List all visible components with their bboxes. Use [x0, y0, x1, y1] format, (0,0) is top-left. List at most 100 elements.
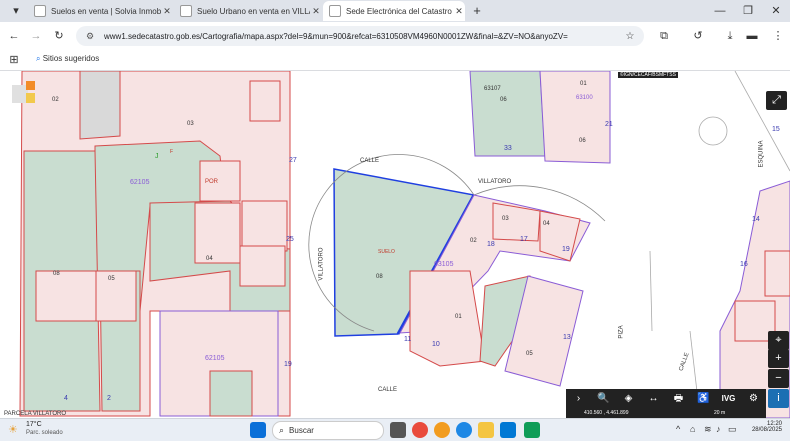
edge-icon[interactable]: [456, 422, 472, 438]
extensions-icon[interactable]: ⧉: [656, 28, 672, 44]
file-explorer-icon[interactable]: [478, 422, 494, 438]
close-tab-icon[interactable]: ✕: [453, 6, 465, 17]
edge-number: 11: [404, 336, 412, 343]
download-icon[interactable]: ⤓: [722, 28, 738, 44]
measure-button[interactable]: ↔: [641, 389, 666, 409]
new-tab-button[interactable]: +: [469, 3, 485, 19]
map-canvas[interactable]: [0, 71, 790, 418]
solvia-favicon-icon: [34, 5, 46, 17]
accessibility-button[interactable]: ♿: [691, 389, 716, 409]
tab-strip: Suelos en venta | Solvia Inmobiliaria ✕ …: [0, 0, 790, 22]
catastro-favicon-icon: [329, 5, 341, 17]
expand-tools-button[interactable]: ›: [566, 389, 591, 409]
street-label: CALLE: [378, 387, 398, 393]
tab-catastro[interactable]: Sede Electrónica del Catastro - Fin ✕: [323, 1, 465, 21]
minimize-button[interactable]: —: [712, 3, 728, 19]
map-status-bar: 410.560 , 4.461.899 20 m: [566, 409, 766, 418]
weather-desc: Parc. soleado: [26, 430, 63, 436]
reload-icon[interactable]: ↻: [51, 28, 67, 44]
wifi-icon[interactable]: ≋: [704, 424, 712, 435]
print-button[interactable]: 🖶: [666, 389, 691, 409]
tab-solvia[interactable]: Suelos en venta | Solvia Inmobiliaria ✕: [28, 1, 173, 21]
street-label: ESQUINA: [758, 140, 765, 168]
fullscreen-button[interactable]: ⤢: [766, 91, 787, 110]
weather-icon[interactable]: ☀: [8, 423, 18, 436]
menu-icon[interactable]: ⋮: [770, 28, 786, 44]
outlook-icon[interactable]: [500, 422, 516, 438]
chrome-icon[interactable]: [412, 422, 428, 438]
site-info-icon[interactable]: ⚙: [82, 31, 98, 42]
back-icon[interactable]: ←: [6, 28, 22, 44]
street-label: PIZA: [618, 325, 625, 339]
suggested-sites-link[interactable]: ⌕ Sitios sugeridos: [36, 54, 99, 64]
parcel-label: 06: [500, 97, 507, 103]
parcel-label: 01: [455, 314, 462, 320]
block-label: 62105: [130, 179, 150, 186]
parcel-label: 04: [206, 256, 213, 262]
parcel-label: 06: [579, 138, 586, 144]
firefox-icon[interactable]: [434, 422, 450, 438]
edge-number: 15: [772, 126, 780, 133]
tab-label: Suelo Urbano en venta en VILLATORO: [197, 6, 310, 16]
settings-button[interactable]: ⚙: [741, 389, 766, 409]
close-tab-icon[interactable]: ✕: [161, 6, 173, 17]
search-tool-button[interactable]: 🔍: [591, 389, 616, 409]
url-text[interactable]: www1.sedecatastro.gob.es/Cartografia/map…: [104, 32, 622, 41]
block-label: 63107: [484, 86, 501, 92]
task-view-icon[interactable]: [390, 422, 406, 438]
parcel-label: 05: [526, 351, 533, 357]
parcel-label: 05: [108, 276, 115, 282]
close-window-button[interactable]: ✕: [768, 3, 784, 19]
block-label: 62105: [205, 355, 225, 362]
network-icon[interactable]: ⌂: [690, 424, 695, 434]
parcel-label: 04: [543, 221, 550, 227]
volume-icon[interactable]: ♪: [716, 424, 721, 434]
maximize-button[interactable]: ❐: [740, 3, 756, 19]
ivg-button[interactable]: IVG: [716, 389, 741, 409]
tab-search-icon[interactable]: ▾: [8, 3, 24, 19]
windows-taskbar: ☀ 17°C Parc. soleado ⌕ Buscar ^ ⌂ ≋ ♪ ▭ …: [0, 418, 790, 441]
parcel-label: 08: [376, 274, 383, 280]
zoom-in-button[interactable]: +: [768, 349, 789, 368]
parcel-label: 03: [187, 121, 194, 127]
start-button-icon[interactable]: [250, 422, 266, 438]
map-toolbar: › 🔍 ◈ ↔ 🖶 ♿ IVG ⚙: [566, 389, 766, 409]
parcel-label: F: [170, 149, 174, 155]
app-icon[interactable]: [524, 422, 540, 438]
edge-number: 2: [107, 395, 111, 402]
zoom-out-button[interactable]: −: [768, 369, 789, 388]
edge-number: 19: [562, 246, 570, 253]
clock[interactable]: 12:20 28/08/2025: [748, 421, 782, 433]
forward-icon[interactable]: →: [28, 28, 44, 44]
layers-button[interactable]: ◈: [616, 389, 641, 409]
edge-number: 25: [286, 236, 294, 243]
map-attribution: ©IGN/CECAF/BSMFTSS: [618, 72, 678, 78]
locate-button[interactable]: ⌖: [768, 331, 789, 350]
parcel-label: 02: [52, 97, 59, 103]
tray-chevron-icon[interactable]: ^: [676, 424, 680, 434]
edge-number: 16: [740, 261, 748, 268]
edge-number: 10: [432, 341, 440, 348]
edge-number: 33: [504, 145, 512, 152]
browser-toolbar: ← → ↻ ⚙ www1.sedecatastro.gob.es/Cartogr…: [0, 22, 790, 50]
tab-suelo-urbano[interactable]: Suelo Urbano en venta en VILLATORO ✕: [174, 1, 322, 21]
apps-icon[interactable]: ⊞: [6, 52, 22, 68]
info-button[interactable]: i: [768, 389, 789, 408]
tab-label: Suelos en venta | Solvia Inmobiliaria: [51, 6, 161, 16]
cadastral-map[interactable]: ©IGN/CECAF/BSMFTSS CALLE VILLATORO VILLA…: [0, 71, 790, 418]
profile-icon[interactable]: ▬: [744, 28, 760, 44]
edge-number: 14: [752, 216, 760, 223]
edge-number: 19: [284, 361, 292, 368]
bookmark-star-icon[interactable]: ☆: [622, 31, 638, 42]
parcel-label: SUELO: [378, 249, 395, 255]
battery-icon[interactable]: ▭: [728, 424, 737, 435]
weather-temp[interactable]: 17°C: [26, 421, 42, 428]
address-bar[interactable]: ⚙ www1.sedecatastro.gob.es/Cartografia/m…: [76, 26, 644, 46]
search-placeholder: Buscar: [289, 426, 314, 435]
block-label: 63100: [576, 95, 593, 101]
edge-number: 13: [563, 334, 571, 341]
taskbar-search[interactable]: ⌕ Buscar: [272, 421, 384, 440]
history-icon[interactable]: ↺: [690, 28, 706, 44]
street-label: CALLE: [360, 158, 380, 164]
close-tab-icon[interactable]: ✕: [310, 6, 322, 17]
